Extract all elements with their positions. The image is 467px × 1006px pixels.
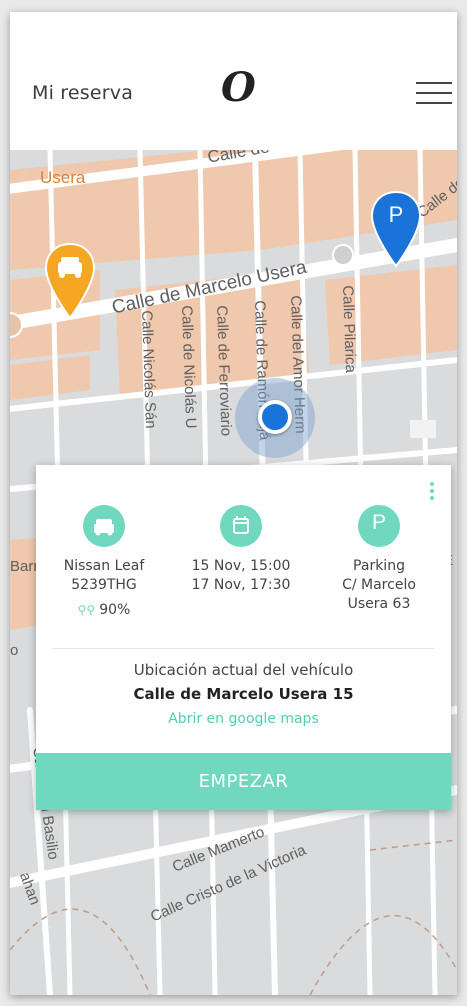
parking-line2: C/ Marcelo (342, 577, 416, 593)
map-label-usera: Usera (40, 168, 86, 187)
parking-icon: P (358, 505, 400, 547)
reservation-card: Nissan Leaf 5239THG ⚲⚲ 90% 15 Nov, 15:00 … (36, 465, 451, 810)
vehicle-info: Nissan Leaf 5239THG ⚲⚲ 90% (44, 505, 164, 620)
battery-value: 90% (99, 602, 131, 618)
parking-pin-letter: P (388, 202, 404, 227)
more-options-icon[interactable] (428, 482, 436, 504)
brand-logo: O (221, 64, 256, 111)
parking-line1: Parking (353, 558, 405, 574)
card-divider (52, 648, 435, 649)
booking-dates: 15 Nov, 15:00 17 Nov, 17:30 (176, 505, 306, 595)
vehicle-plate: 5239THG (71, 577, 137, 593)
vehicle-model: Nissan Leaf (63, 558, 145, 574)
booking-end: 17 Nov, 17:30 (191, 577, 291, 593)
open-google-maps-link[interactable]: Abrir en google maps (36, 711, 451, 727)
battery-icon: ⚲⚲ (77, 603, 96, 617)
calendar-icon (220, 505, 262, 547)
parking-info: P Parking C/ Marcelo Usera 63 (319, 505, 439, 614)
user-location-dot (258, 400, 292, 434)
location-address: Calle de Marcelo Usera 15 (133, 685, 354, 703)
location-caption: Ubicación actual del vehículo (133, 661, 354, 679)
map-view[interactable]: Usera Calle de Calle de Calle de Marcelo… (10, 150, 457, 995)
map-label-pilarica: Calle Pilarica (339, 285, 360, 374)
hamburger-menu-icon[interactable] (416, 82, 452, 104)
battery-level: ⚲⚲ 90% (44, 601, 164, 620)
map-label-barr: Barr (10, 558, 39, 575)
page-title: Mi reserva (32, 82, 134, 104)
parking-icon-letter: P (371, 511, 386, 534)
map-label-o: o (10, 642, 19, 659)
parking-line3: Usera 63 (347, 596, 411, 612)
app-frame: Mi reserva O Usera Calle de Calle de Cal… (10, 12, 457, 995)
start-button[interactable]: EMPEZAR (36, 753, 451, 810)
booking-start: 15 Nov, 15:00 (191, 558, 291, 574)
car-icon (83, 505, 125, 547)
app-header: Mi reserva O (10, 12, 457, 150)
